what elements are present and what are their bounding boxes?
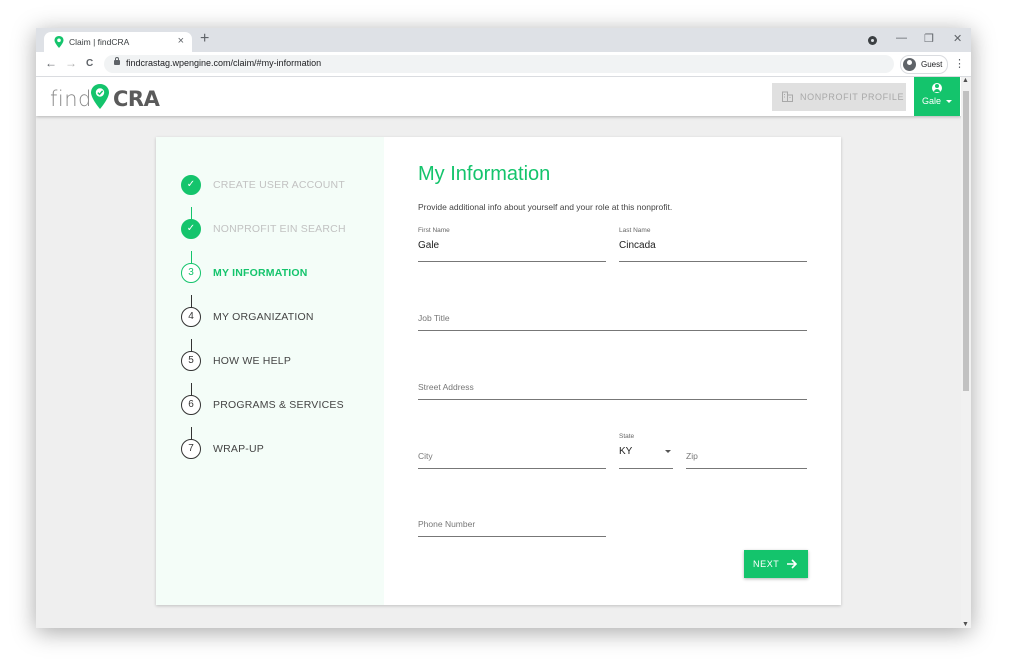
step-label: WRAP-UP — [213, 443, 264, 455]
window-close-icon[interactable]: ✕ — [953, 32, 962, 45]
page-scrollbar[interactable]: ▲ ▼ — [961, 77, 971, 628]
next-label: NEXT — [753, 559, 780, 569]
stepper: ✓ CREATE USER ACCOUNT ✓ NONPROFIT EIN SE… — [156, 137, 384, 605]
state-value: KY — [619, 446, 633, 457]
browser-toolbar: ← → C findcrastag.wpengine.com/claim/#my… — [36, 52, 971, 77]
last-name-field[interactable]: Last Name Cincada — [619, 227, 807, 262]
job-title-field[interactable]: Job Title — [418, 309, 807, 331]
page-viewport: find CRA NONPROFIT PROFILE Gale ✓ CREATE… — [36, 77, 961, 628]
logo-find-text: find — [50, 87, 92, 111]
step-number: 6 — [181, 395, 201, 415]
findcra-favicon-icon — [54, 36, 64, 48]
phone-number-placeholder: Phone Number — [418, 519, 476, 529]
tab-close-icon[interactable]: × — [178, 35, 184, 47]
first-name-label: First Name — [418, 227, 450, 234]
step-label: NONPROFIT EIN SEARCH — [213, 223, 346, 235]
step-number: 4 — [181, 307, 201, 327]
arrow-right-icon — [787, 559, 798, 569]
lock-icon — [114, 57, 120, 65]
reload-icon[interactable]: C — [86, 58, 93, 69]
zip-field[interactable]: Zip — [686, 447, 807, 469]
step-my-information[interactable]: 3 MY INFORMATION — [181, 263, 381, 287]
street-address-placeholder: Street Address — [418, 382, 474, 392]
city-placeholder: City — [418, 451, 433, 461]
first-name-field[interactable]: First Name Gale — [418, 227, 606, 262]
scroll-down-icon[interactable]: ▼ — [962, 621, 969, 628]
tab-title: Claim | findCRA — [69, 37, 130, 47]
step-label: MY INFORMATION — [213, 267, 308, 279]
site-header: find CRA NONPROFIT PROFILE Gale — [36, 77, 961, 116]
step-my-organization[interactable]: 4 MY ORGANIZATION — [181, 307, 381, 331]
guest-profile-button[interactable]: Guest — [900, 55, 948, 74]
first-name-value: Gale — [418, 240, 440, 251]
logo-cra-text: CRA — [113, 87, 160, 111]
page-title: My Information — [418, 163, 551, 185]
url-text: findcrastag.wpengine.com/claim/#my-infor… — [126, 58, 322, 68]
scroll-up-icon[interactable]: ▲ — [962, 77, 969, 84]
step-nonprofit-ein-search[interactable]: ✓ NONPROFIT EIN SEARCH — [181, 219, 381, 243]
claim-card: ✓ CREATE USER ACCOUNT ✓ NONPROFIT EIN SE… — [156, 137, 841, 605]
account-circle-icon — [932, 83, 942, 93]
tab-strip: Claim | findCRA × + — ❐ ✕ — [36, 28, 971, 52]
state-select[interactable]: State KY — [619, 433, 673, 469]
street-address-field[interactable]: Street Address — [418, 378, 807, 400]
restore-icon[interactable]: ❐ — [924, 32, 934, 45]
step-number: 5 — [181, 351, 201, 371]
dropdown-arrow-icon — [665, 450, 671, 453]
user-menu-button[interactable]: Gale — [914, 77, 960, 116]
city-field[interactable]: City — [418, 447, 606, 469]
guest-label: Guest — [921, 60, 943, 69]
form-subtitle: Provide additional info about yourself a… — [418, 202, 673, 212]
check-icon: ✓ — [181, 175, 201, 195]
chrome-profile-icon[interactable] — [868, 36, 877, 45]
minimize-icon[interactable]: — — [896, 32, 907, 44]
nonprofit-profile-button[interactable]: NONPROFIT PROFILE — [772, 83, 906, 111]
zip-placeholder: Zip — [686, 451, 698, 461]
user-name: Gale — [922, 96, 942, 106]
last-name-value: Cincada — [619, 240, 656, 251]
nonprofit-profile-label: NONPROFIT PROFILE — [800, 92, 905, 102]
step-label: MY ORGANIZATION — [213, 311, 314, 323]
my-information-form: My Information Provide additional info a… — [384, 137, 841, 605]
phone-number-field[interactable]: Phone Number — [418, 515, 606, 537]
step-create-user-account[interactable]: ✓ CREATE USER ACCOUNT — [181, 175, 381, 199]
browser-window: Claim | findCRA × + — ❐ ✕ ← → C findcras… — [36, 28, 971, 628]
step-number: 7 — [181, 439, 201, 459]
step-wrap-up[interactable]: 7 WRAP-UP — [181, 439, 381, 463]
caret-down-icon — [946, 100, 952, 103]
state-label: State — [619, 433, 635, 440]
step-number: 3 — [181, 263, 201, 283]
new-tab-icon[interactable]: + — [200, 30, 209, 48]
building-icon — [782, 91, 793, 102]
job-title-placeholder: Job Title — [418, 313, 450, 323]
step-label: CREATE USER ACCOUNT — [213, 179, 345, 191]
check-icon: ✓ — [181, 219, 201, 239]
next-button[interactable]: NEXT — [744, 550, 808, 578]
last-name-label: Last Name — [619, 227, 651, 234]
map-pin-logo-icon — [91, 84, 109, 109]
step-label: PROGRAMS & SERVICES — [213, 399, 344, 411]
address-bar[interactable]: findcrastag.wpengine.com/claim/#my-infor… — [104, 55, 894, 73]
step-label: HOW WE HELP — [213, 355, 292, 367]
scrollbar-thumb[interactable] — [963, 91, 969, 391]
step-programs-services[interactable]: 6 PROGRAMS & SERVICES — [181, 395, 381, 419]
browser-menu-icon[interactable]: ⋮ — [954, 57, 965, 70]
back-arrow-icon[interactable]: ← — [45, 56, 57, 70]
browser-tab[interactable]: Claim | findCRA × — [44, 32, 192, 52]
step-how-we-help[interactable]: 5 HOW WE HELP — [181, 351, 381, 375]
guest-avatar-icon — [903, 58, 916, 71]
forward-arrow-icon[interactable]: → — [65, 56, 77, 70]
